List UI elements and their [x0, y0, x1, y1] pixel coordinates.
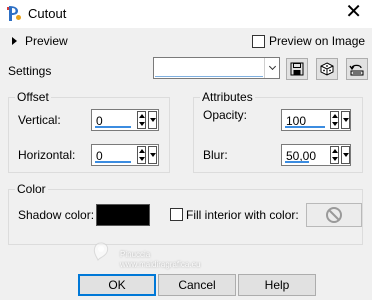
blur-label: Blur: [203, 148, 228, 162]
fill-interior-checkbox[interactable] [170, 208, 183, 221]
horizontal-stepper[interactable] [137, 146, 146, 164]
preview-on-image-option[interactable]: Preview on Image [252, 34, 365, 48]
shadow-color-swatch[interactable] [96, 204, 150, 226]
opacity-dropdown[interactable] [341, 111, 350, 129]
shadow-color-label: Shadow color: [18, 208, 95, 222]
expand-arrow-icon[interactable] [12, 37, 17, 45]
preview-on-image-checkbox[interactable] [252, 34, 265, 48]
dropdown-arrow-icon [342, 153, 349, 157]
vertical-label: Vertical: [18, 113, 61, 127]
cancel-button[interactable]: Cancel [158, 274, 236, 296]
settings-focus-line [155, 76, 263, 77]
cancel-button-label: Cancel [178, 278, 216, 292]
window-title: Cutout [28, 6, 67, 21]
opacity-stepper[interactable] [330, 111, 339, 129]
preview-on-image-label: Preview on Image [269, 34, 366, 48]
attributes-title: Attributes [200, 90, 255, 104]
fill-color-swatch[interactable] [306, 203, 362, 227]
chevron-down-icon [268, 62, 276, 71]
opacity-input[interactable]: 100 [281, 109, 351, 131]
horizontal-slider[interactable] [95, 161, 131, 163]
settings-label: Settings [8, 64, 52, 78]
dropdown-arrow-icon [342, 118, 349, 122]
color-title: Color [15, 182, 48, 196]
fill-interior-label: Fill interior with color: [186, 208, 299, 222]
save-icon [290, 62, 304, 76]
blur-slider[interactable] [285, 161, 309, 163]
title-bar: Cutout ✕ [0, 0, 372, 28]
ok-button-label: OK [108, 278, 126, 292]
watermark-line1: Pinuccia [120, 250, 151, 259]
vertical-slider[interactable] [95, 126, 131, 128]
stepper-down-icon[interactable] [139, 122, 145, 126]
watermark-line2: www.maidiragrafica.eu [120, 260, 201, 269]
offset-title: Offset [15, 90, 51, 104]
preview-toggle[interactable]: Preview [12, 34, 68, 48]
stepper-down-icon[interactable] [139, 157, 145, 161]
reset-button[interactable] [346, 58, 368, 80]
randomize-icon [320, 62, 334, 76]
vertical-dropdown[interactable] [148, 111, 157, 129]
vertical-input[interactable]: 0 [91, 109, 159, 131]
stepper-up-icon[interactable] [139, 149, 145, 153]
stepper-up-icon[interactable] [139, 114, 145, 118]
blur-dropdown[interactable] [341, 146, 350, 164]
opacity-slider[interactable] [285, 126, 325, 128]
blur-input[interactable]: 50,00 [281, 144, 351, 166]
blur-stepper[interactable] [330, 146, 339, 164]
help-button-label: Help [264, 278, 290, 292]
opacity-label: Opacity: [203, 108, 248, 122]
settings-dropdown-button[interactable] [264, 58, 279, 78]
no-color-icon [326, 207, 342, 223]
preview-label: Preview [25, 34, 68, 48]
dropdown-arrow-icon [149, 153, 156, 157]
stepper-down-icon[interactable] [332, 122, 338, 126]
reset-icon [349, 64, 364, 76]
randomize-button[interactable] [316, 58, 338, 80]
horizontal-input[interactable]: 0 [91, 144, 159, 166]
app-icon [7, 6, 21, 21]
ok-button[interactable]: OK [78, 274, 156, 296]
stepper-up-icon[interactable] [332, 114, 338, 118]
settings-dropdown[interactable] [153, 57, 280, 79]
horizontal-label: Horizontal: [18, 148, 76, 162]
vertical-stepper[interactable] [137, 111, 146, 129]
save-preset-button[interactable] [286, 58, 308, 80]
stepper-up-icon[interactable] [332, 149, 338, 153]
help-button[interactable]: Help [238, 274, 316, 296]
close-icon[interactable]: ✕ [345, 2, 362, 22]
stepper-down-icon[interactable] [332, 157, 338, 161]
dropdown-arrow-icon [149, 118, 156, 122]
horizontal-dropdown[interactable] [148, 146, 157, 164]
